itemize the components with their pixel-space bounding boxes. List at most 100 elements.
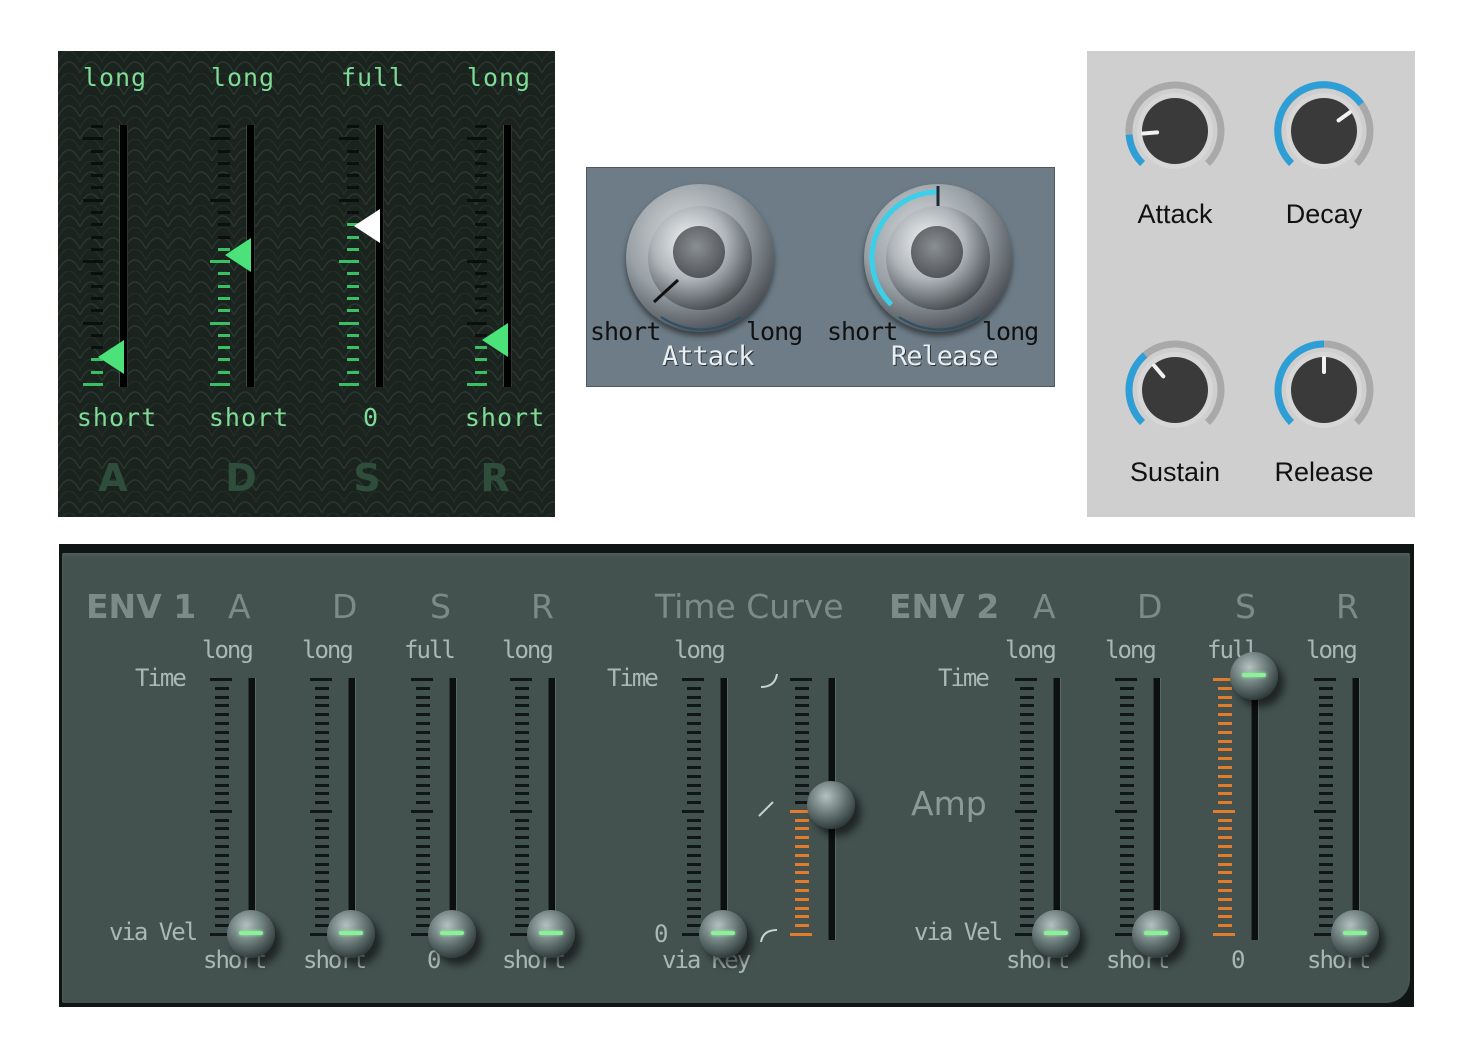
scale-tick [91, 284, 103, 288]
env1-slider-a-knob[interactable] [227, 910, 275, 958]
env2-slider-s-track[interactable] [1251, 678, 1259, 940]
env2-slider-d-knob[interactable] [1132, 910, 1180, 958]
scale-tick [515, 783, 529, 787]
scale-tick [91, 247, 103, 251]
scale-tick [218, 272, 230, 276]
scale-tick [1218, 704, 1232, 708]
release-knob[interactable] [1272, 338, 1376, 442]
scale-tick [515, 836, 529, 840]
scale-tick [218, 125, 230, 128]
scale-tick [91, 174, 103, 178]
scale-tick [315, 889, 329, 893]
scale-tick [1120, 757, 1134, 761]
env2-slider-d-track[interactable] [1153, 678, 1161, 940]
scale-tick [475, 370, 487, 374]
sustain-slider-track[interactable] [375, 125, 384, 387]
time-curve-title: Time Curve [655, 587, 844, 626]
scale-tick [687, 792, 701, 796]
sustain-bottom-label: 0 [362, 403, 380, 432]
scale-tick [83, 383, 103, 386]
scale-tick [1319, 880, 1333, 884]
scale-tick [347, 174, 359, 178]
scale-tick [1020, 783, 1034, 787]
attack-release-knob-panel: short long short long Attack Release [586, 167, 1055, 387]
scale-tick [215, 721, 229, 725]
env1-attack-letter: A [228, 587, 251, 626]
env2-attack-top-label: long [1005, 636, 1057, 664]
scale-tick [1020, 739, 1034, 743]
time-curve-knob[interactable] [807, 781, 855, 829]
scale-tick [795, 686, 809, 690]
env2-time-label: Time [938, 664, 990, 692]
scale-tick [795, 818, 809, 822]
time-curve-zero-label: 0 [654, 920, 669, 948]
decay-slider-thumb[interactable] [225, 238, 251, 272]
scale-tick [1020, 695, 1034, 699]
scale-tick [1020, 713, 1034, 717]
scale-tick [1218, 853, 1232, 857]
release-top-label: long [466, 63, 532, 92]
scale-tick [515, 686, 529, 690]
scale-tick [1120, 686, 1134, 690]
env1-slider-s-track[interactable] [449, 678, 457, 940]
scale-tick [310, 809, 332, 813]
scale-tick [1020, 889, 1034, 893]
env2-slider-s-knob[interactable] [1230, 652, 1278, 700]
scale-tick [1218, 730, 1232, 734]
scale-tick [795, 792, 809, 796]
decay-knob[interactable] [1272, 79, 1376, 183]
scale-tick [682, 809, 704, 813]
scale-tick [91, 149, 103, 153]
env2-slider-s-scale [1213, 678, 1235, 936]
env1-slider-s-knob[interactable] [428, 910, 476, 958]
scale-tick [215, 713, 229, 717]
sustain-knob[interactable] [1123, 338, 1227, 442]
scale-tick [1319, 827, 1333, 831]
env1-slider-d-track[interactable] [348, 678, 356, 940]
scale-tick [339, 260, 359, 264]
env1-slider-d-knob[interactable] [327, 910, 375, 958]
scale-tick [416, 871, 430, 875]
env1-slider-a-track[interactable] [248, 678, 256, 940]
sustain-slider-thumb[interactable] [354, 208, 380, 243]
scale-tick [91, 161, 103, 165]
scale-tick [795, 721, 809, 725]
scale-tick [416, 774, 430, 778]
scale-tick [1319, 739, 1333, 743]
env2-slider-r-track[interactable] [1352, 678, 1360, 940]
env2-decay-letter: D [1137, 587, 1163, 626]
time-curve-time-slider-knob[interactable] [699, 910, 747, 958]
time-curve-time-slider-track[interactable] [720, 678, 728, 940]
env1-title: ENV 1 [86, 587, 197, 626]
env1-slider-r-knob[interactable] [527, 910, 575, 958]
env2-slider-a-track[interactable] [1053, 678, 1061, 940]
scale-tick [416, 730, 430, 734]
scale-tick [215, 739, 229, 743]
scale-tick [1218, 801, 1232, 805]
scale-tick [315, 801, 329, 805]
scale-tick [215, 862, 229, 866]
scale-tick [475, 247, 487, 251]
env1-sustain-letter: S [430, 587, 451, 626]
scale-tick [215, 853, 229, 857]
scale-tick [1120, 792, 1134, 796]
sustain-knob-label: Sustain [1129, 457, 1221, 487]
scale-tick [1020, 748, 1034, 752]
attack-slider-thumb[interactable] [98, 339, 124, 374]
env2-slider-r-knob[interactable] [1331, 910, 1379, 958]
scale-tick [687, 889, 701, 893]
scale-tick [315, 757, 329, 761]
green-adsr-panel: long long full long short short 0 short … [58, 51, 555, 517]
scale-tick [687, 818, 701, 822]
scale-tick [1120, 871, 1134, 875]
env2-slider-a-knob[interactable] [1032, 910, 1080, 958]
scale-tick [1319, 862, 1333, 866]
release-slider-thumb[interactable] [482, 322, 508, 357]
scale-tick [795, 889, 809, 893]
env1-slider-r-track[interactable] [548, 678, 556, 940]
attack-knob[interactable] [1123, 79, 1227, 183]
scale-tick [1120, 818, 1134, 822]
scale-tick [1120, 774, 1134, 778]
scale-tick [218, 223, 230, 227]
scale-tick [1120, 739, 1134, 743]
